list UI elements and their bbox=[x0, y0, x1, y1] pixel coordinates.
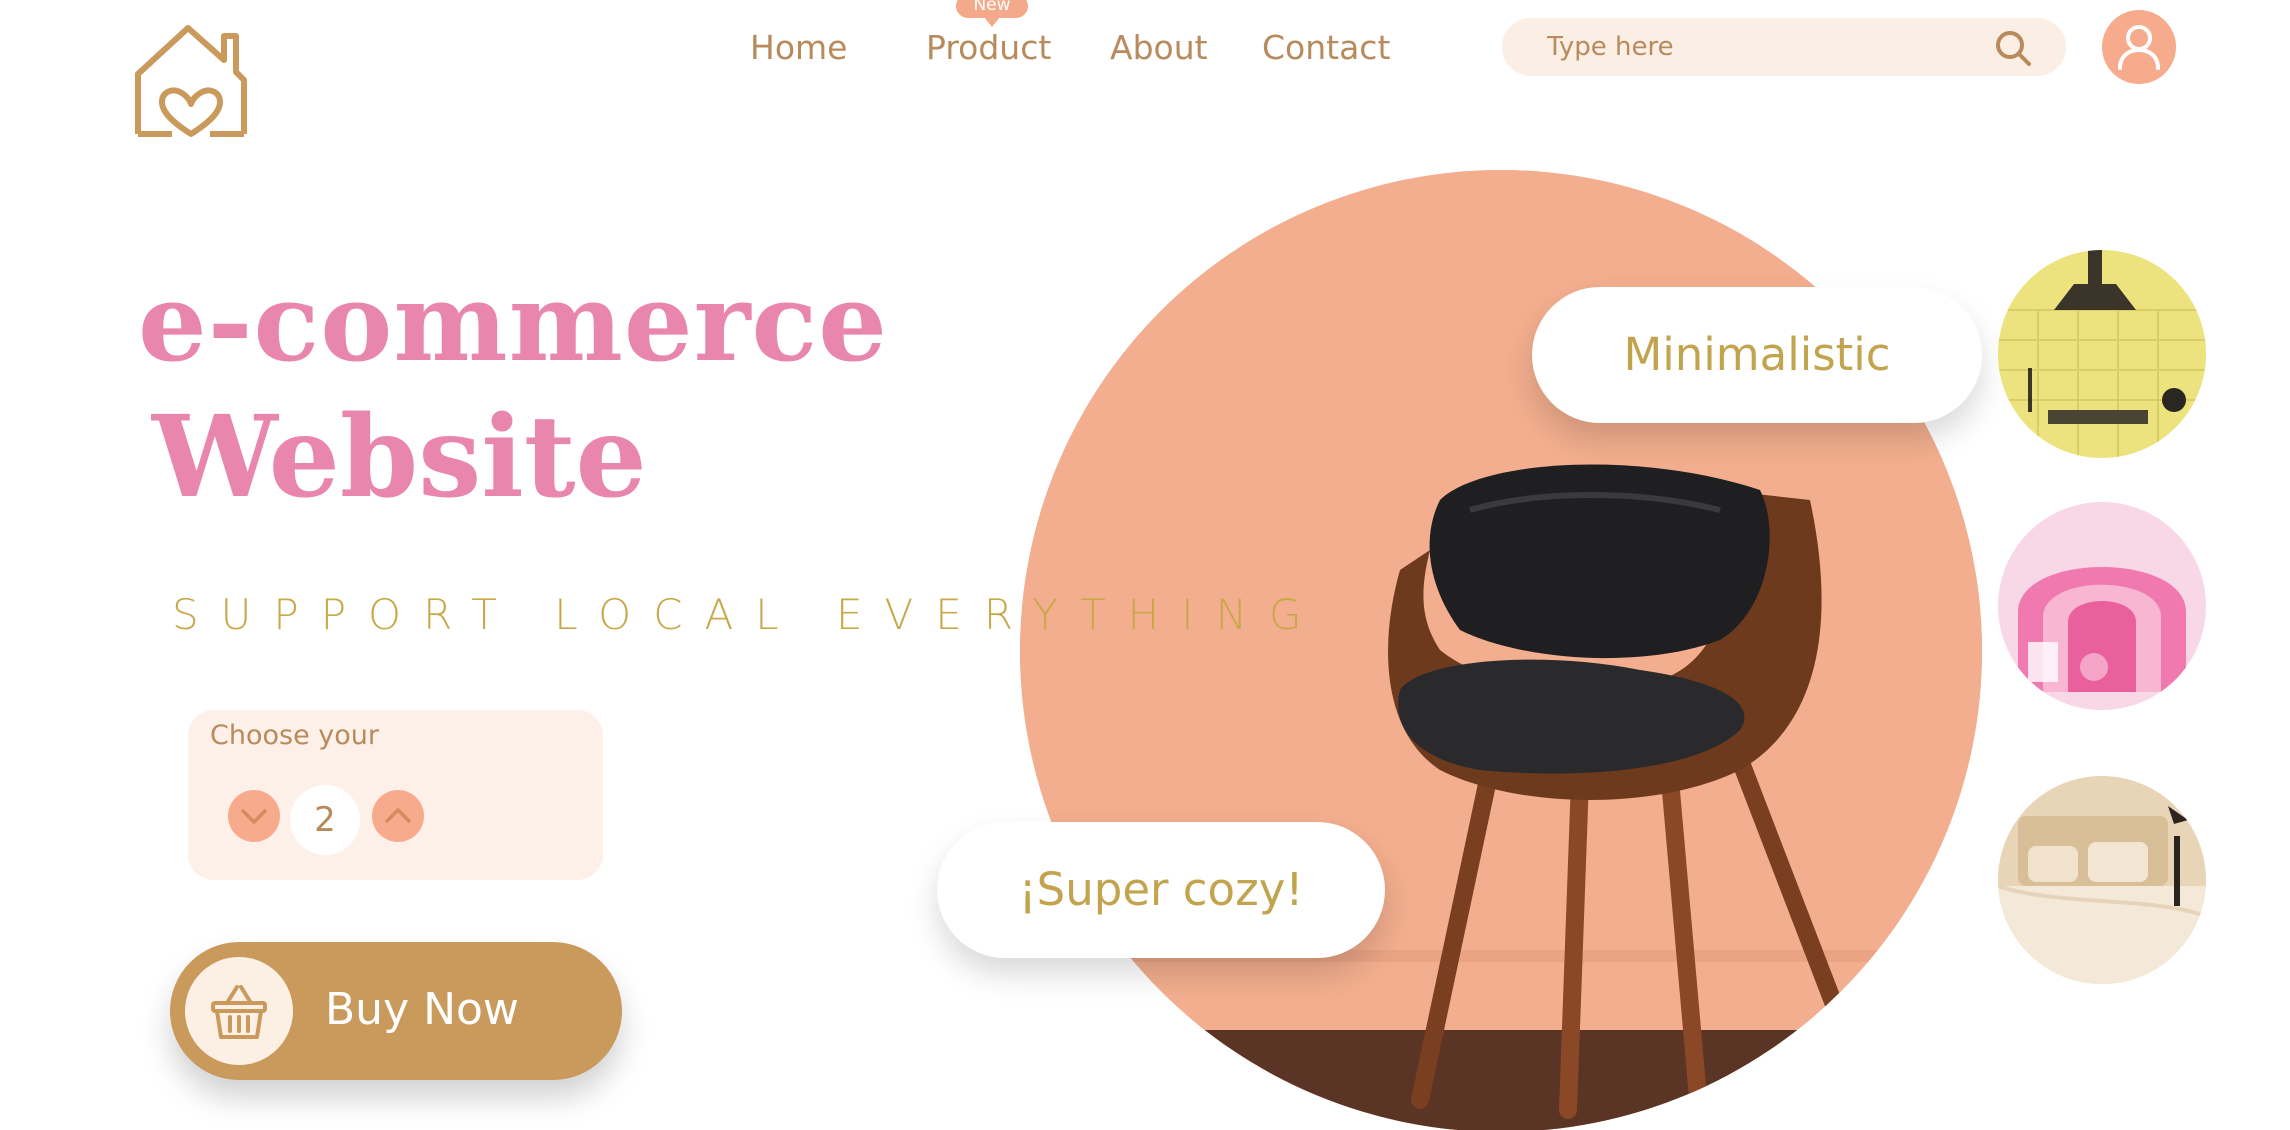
search-icon[interactable] bbox=[1993, 28, 2033, 68]
nav-about[interactable]: About bbox=[1110, 28, 1208, 67]
quantity-stepper: Choose your 2 bbox=[188, 710, 603, 880]
pink-rainbow-thumbnail[interactable] bbox=[1998, 502, 2206, 710]
hero-tagline: SUPPORT LOCAL EVERYTHING bbox=[172, 590, 1324, 639]
buy-now-label: Buy Now bbox=[325, 984, 519, 1035]
tag-super-cozy: ¡Super cozy! bbox=[937, 822, 1385, 958]
search-bar bbox=[1502, 18, 2066, 76]
basket-icon-wrap bbox=[185, 957, 293, 1065]
kitchen-thumbnail[interactable] bbox=[1998, 250, 2206, 458]
search-input[interactable] bbox=[1547, 30, 1967, 64]
basket-icon bbox=[207, 979, 271, 1043]
user-icon[interactable] bbox=[2102, 10, 2176, 84]
buy-now-button[interactable]: Buy Now bbox=[170, 942, 622, 1080]
hero-title-line2: Website bbox=[152, 392, 647, 523]
quantity-label: Choose your bbox=[210, 720, 379, 751]
nav-contact[interactable]: Contact bbox=[1262, 28, 1390, 67]
quantity-value: 2 bbox=[290, 785, 360, 855]
bedroom-thumbnail[interactable] bbox=[1998, 776, 2206, 984]
chevron-up-icon[interactable] bbox=[372, 790, 424, 842]
chevron-down-icon[interactable] bbox=[228, 790, 280, 842]
nav-home[interactable]: Home bbox=[750, 28, 847, 67]
nav-product[interactable]: Product bbox=[926, 28, 1051, 67]
hero-title-line1: e-commerce bbox=[138, 260, 888, 386]
new-badge: New bbox=[956, 0, 1028, 27]
house-heart-logo-icon[interactable] bbox=[132, 22, 250, 138]
tag-minimalistic: Minimalistic bbox=[1532, 287, 1982, 423]
